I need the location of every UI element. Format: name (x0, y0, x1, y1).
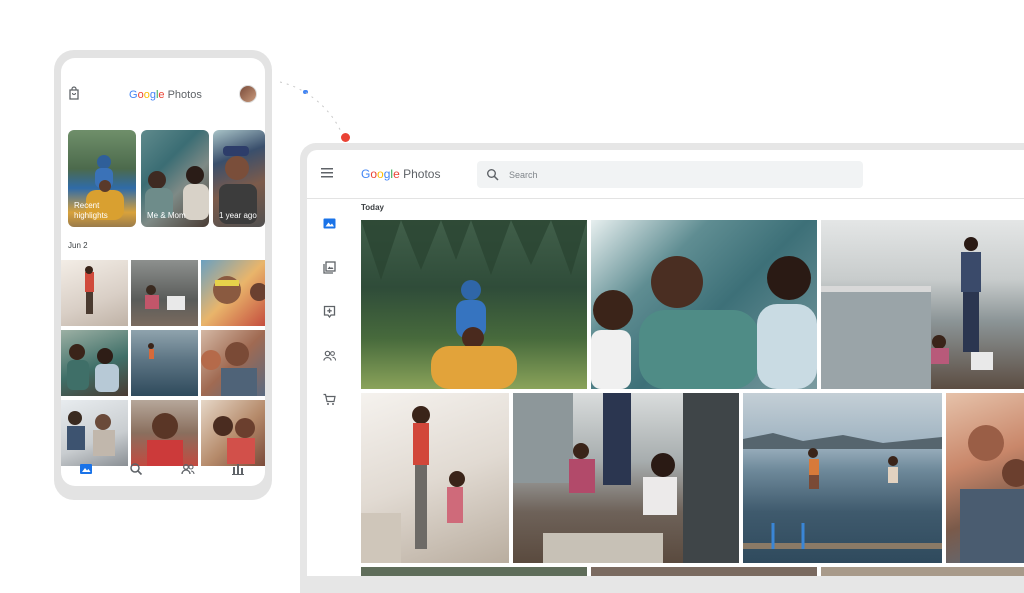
albums-icon[interactable] (323, 261, 336, 274)
photo-thumbnail[interactable] (946, 393, 1024, 563)
app-header: Google Photos (307, 150, 1024, 199)
memory-card[interactable]: 1 year ago (213, 130, 265, 227)
photo-thumbnail[interactable] (821, 567, 1024, 576)
search-icon[interactable] (129, 462, 143, 476)
sharing-icon[interactable] (181, 462, 195, 476)
app-logo: Google Photos (129, 89, 202, 101)
photo-thumbnail[interactable] (743, 393, 942, 563)
shopping-bag-icon[interactable] (67, 86, 81, 100)
photo-thumbnail[interactable] (513, 393, 739, 563)
phone-header: Google Photos (61, 76, 265, 116)
section-heading: Today (361, 203, 384, 212)
search-icon[interactable] (486, 168, 499, 181)
photos-wordmark: Photos (403, 167, 441, 181)
photo-thumbnail[interactable] (61, 260, 128, 326)
bottom-nav (61, 456, 265, 486)
phone-screen: Google Photos Recent highlights Me & Mom… (61, 58, 265, 486)
desktop-screen: Google Photos Today (307, 150, 1024, 576)
avatar[interactable] (239, 85, 257, 103)
photo-thumbnail[interactable] (361, 220, 587, 389)
search-input[interactable] (509, 167, 849, 182)
google-wordmark: Google (361, 167, 400, 181)
photos-wordmark: Photos (167, 89, 202, 101)
photos-icon[interactable] (323, 217, 336, 230)
photo-thumbnail[interactable] (361, 567, 587, 576)
photo-thumbnail[interactable] (131, 330, 198, 396)
photo-thumbnail[interactable] (201, 330, 265, 396)
photo-thumbnail[interactable] (201, 260, 265, 326)
assistant-icon[interactable] (323, 305, 336, 318)
memory-card[interactable]: Recent highlights (68, 130, 136, 227)
memory-label: Me & Mom (147, 211, 186, 220)
memory-label: 1 year ago (219, 211, 257, 220)
memory-label: Recent highlights (74, 201, 108, 220)
photo-thumbnail[interactable] (131, 260, 198, 326)
date-heading: Jun 2 (68, 241, 88, 250)
app-logo[interactable]: Google Photos (361, 167, 440, 181)
sharing-icon[interactable] (323, 349, 336, 362)
photos-icon[interactable] (79, 462, 93, 476)
google-wordmark: Google (129, 89, 165, 101)
print-store-icon[interactable] (323, 393, 336, 406)
memory-card[interactable]: Me & Mom (141, 130, 209, 227)
library-icon[interactable] (231, 462, 245, 476)
photo-thumbnail[interactable] (591, 567, 817, 576)
photo-thumbnail[interactable] (61, 330, 128, 396)
menu-icon[interactable] (321, 168, 333, 178)
photo-thumbnail[interactable] (361, 393, 509, 563)
connector-curve (279, 81, 343, 135)
photo-thumbnail[interactable] (821, 220, 1024, 389)
search-bar[interactable] (477, 161, 863, 188)
photo-thumbnail[interactable] (591, 220, 817, 389)
